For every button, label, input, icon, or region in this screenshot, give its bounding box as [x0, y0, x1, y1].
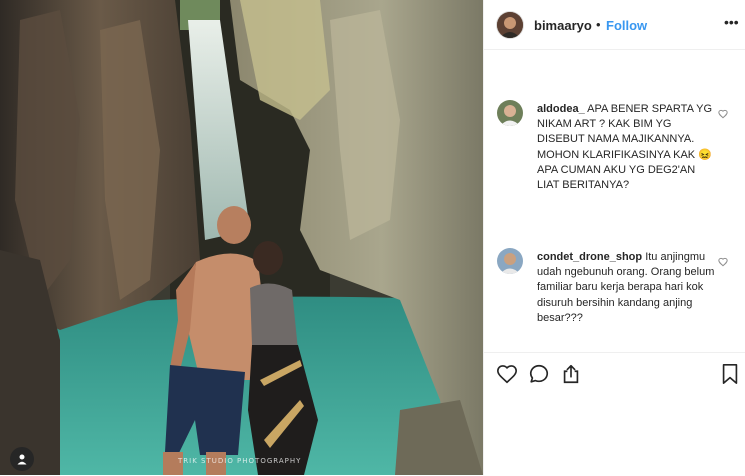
share-icon[interactable]: [560, 363, 582, 390]
action-bar: [484, 352, 745, 476]
heart-icon[interactable]: [718, 254, 728, 272]
comment-text: aldodea_ APA BENER SPARTA YG NIKAM ART ?…: [537, 102, 717, 193]
post-sidebar: bimaaryo • Follow ••• aldodea_ APA BENER…: [483, 0, 745, 475]
post-header: bimaaryo • Follow •••: [484, 0, 745, 50]
heart-icon[interactable]: [718, 106, 728, 124]
comment-username[interactable]: aldodea_: [537, 103, 585, 115]
commenter-avatar[interactable]: [497, 100, 523, 126]
comment-emoji: 😖: [698, 148, 712, 161]
author-username[interactable]: bimaaryo: [534, 18, 592, 33]
comment-username[interactable]: condet_drone_shop: [537, 251, 642, 263]
heart-icon[interactable]: [496, 363, 518, 390]
comment-body-cont: APA CUMAN AKU YG DEG2'AN LIAT BERITANYA?: [537, 163, 696, 192]
user-tag-icon[interactable]: [10, 447, 34, 471]
post-photo[interactable]: TRIK STUDIO PHOTOGRAPHY: [0, 0, 483, 475]
commenter-avatar[interactable]: [497, 248, 523, 274]
more-options-icon[interactable]: •••: [724, 14, 739, 30]
waterfall-canyon-photo: [0, 0, 483, 475]
follow-button[interactable]: Follow: [606, 18, 647, 33]
bookmark-icon[interactable]: [720, 363, 740, 390]
comment-text: condet_drone_shop Itu anjingmu udah ngeb…: [537, 250, 717, 326]
header-separator: •: [596, 17, 601, 32]
comment-icon[interactable]: [528, 363, 550, 390]
author-avatar[interactable]: [497, 12, 523, 38]
photo-watermark: TRIK STUDIO PHOTOGRAPHY: [178, 457, 302, 465]
instagram-post: TRIK STUDIO PHOTOGRAPHY bimaaryo • Follo…: [0, 0, 745, 475]
